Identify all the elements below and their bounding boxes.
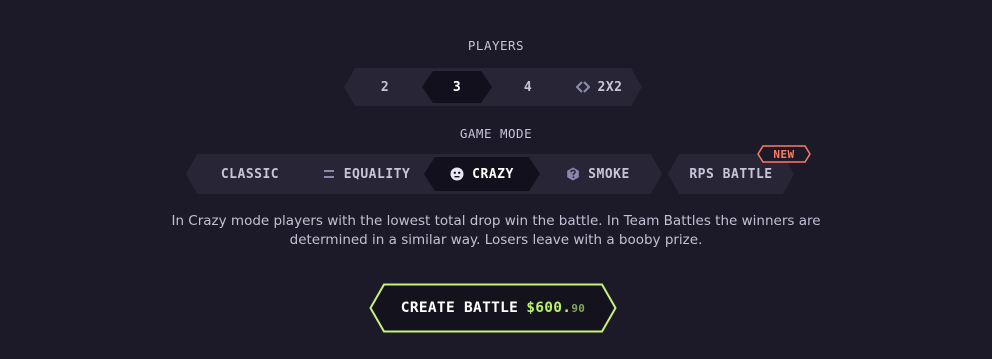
create-battle-label: CREATE BATTLE — [400, 300, 519, 316]
game-mode-option-smoke[interactable]: SMOKE — [548, 154, 648, 194]
equality-icon — [322, 167, 336, 181]
game-mode-option-crazy[interactable]: CRAZY — [424, 157, 540, 191]
create-battle-button[interactable]: CREATE BATTLE $600.90 — [369, 283, 617, 333]
game-mode-title: GAME MODE — [459, 126, 533, 141]
crazy-face-icon — [450, 167, 464, 181]
description-line-2: determined in a similar way. Losers leav… — [289, 232, 703, 248]
players-option-label: 2 — [380, 79, 390, 95]
players-option-label: 2X2 — [597, 79, 623, 95]
game-mode-description: In Crazy mode players with the lowest to… — [0, 212, 992, 250]
battle-setup-panel: PLAYERS 2 3 4 2X2 GAME MODE CLASSIC EQUA… — [0, 0, 992, 359]
game-mode-option-classic[interactable]: CLASSIC — [200, 154, 300, 194]
players-option-label: 3 — [452, 79, 462, 95]
players-title: PLAYERS — [467, 38, 525, 53]
new-badge: NEW — [757, 145, 811, 163]
smoke-question-icon — [566, 167, 580, 181]
create-battle-label-group: CREATE BATTLE $600.90 — [369, 283, 617, 333]
players-option-4[interactable]: 4 — [498, 68, 558, 106]
game-mode-option-label: EQUALITY — [343, 166, 411, 182]
players-option-3[interactable]: 3 — [422, 71, 492, 103]
players-option-2[interactable]: 2 — [357, 68, 413, 106]
game-mode-option-label: RPS BATTLE — [689, 166, 773, 182]
new-badge-label: NEW — [773, 147, 795, 161]
game-mode-option-label: CLASSIC — [220, 166, 280, 182]
battle-price: $600.90 — [526, 300, 585, 316]
players-option-2x2[interactable]: 2X2 — [562, 68, 636, 106]
price-cents: 90 — [571, 302, 586, 315]
game-mode-option-label: CRAZY — [472, 166, 514, 182]
game-mode-option-label: SMOKE — [588, 166, 630, 182]
arrows-split-icon — [576, 80, 590, 94]
game-mode-option-equality[interactable]: EQUALITY — [308, 154, 424, 194]
players-option-label: 4 — [523, 79, 533, 95]
description-line-1: In Crazy mode players with the lowest to… — [171, 213, 821, 229]
price-main: $600. — [526, 300, 572, 316]
